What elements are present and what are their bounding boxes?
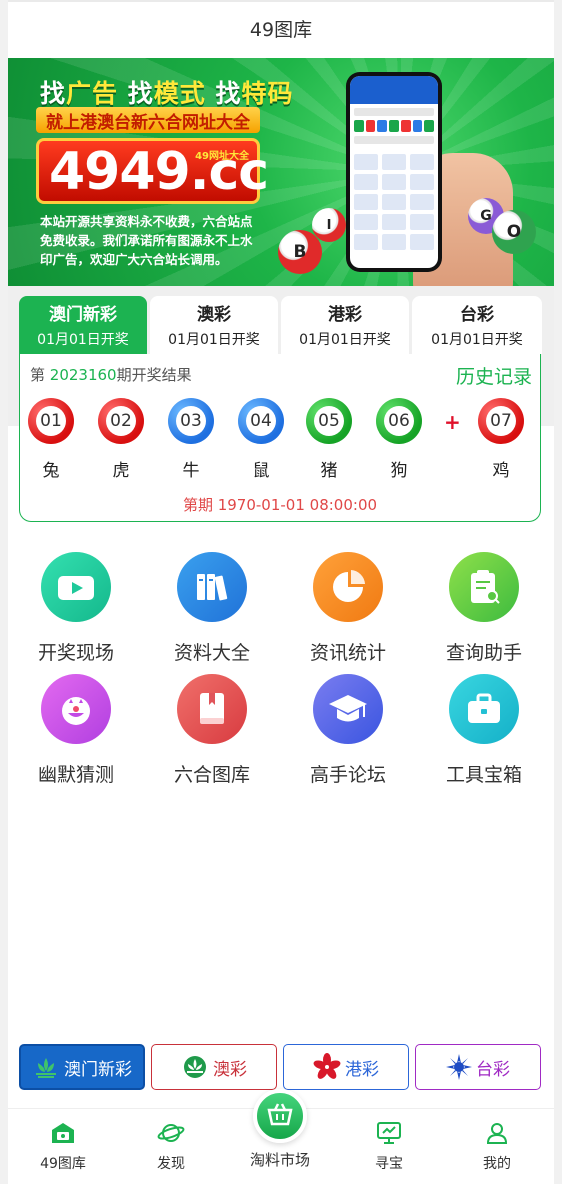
lotus-icon (32, 1055, 60, 1079)
zodiac-label: 兔 (42, 461, 60, 481)
zodiac-label: 鸡 (492, 461, 510, 481)
menu-live-draw[interactable]: 开奖现场 (8, 552, 144, 665)
nav-treasure[interactable]: 寻宝 (344, 1121, 434, 1173)
video-camera-icon (41, 552, 111, 622)
app-frame: 49图库 找广告 找模式 找特码 就上港澳台新六合网址大全 4949.cc 49… (8, 0, 554, 1184)
tab-macau[interactable]: 澳彩 01月01日开奖 (150, 296, 278, 354)
draw-issue-title: 第 2023160期开奖结果 (30, 366, 192, 384)
menu-liuhe-gallery[interactable]: 六合图库 (144, 674, 280, 787)
banner-domain-box: 4949.cc 49网址大全 (36, 138, 269, 204)
books-icon (177, 552, 247, 622)
special-ball: 07 (478, 398, 524, 444)
phone-illustration (346, 72, 442, 272)
graduation-cap-icon (313, 674, 383, 744)
menu-humor-guess[interactable]: 幽默猜测 (8, 674, 144, 787)
tab-macau-new[interactable]: 澳门新彩 01月01日开奖 (19, 296, 147, 354)
menu-query-helper[interactable]: 查询助手 (416, 552, 552, 665)
history-link[interactable]: 历史记录 (456, 362, 532, 389)
bottom-nav: 49图库 发现 淘料市场 寻宝 我的 (8, 1089, 554, 1184)
briefcase-icon (449, 674, 519, 744)
menu-news-stats[interactable]: 资讯统计 (280, 552, 416, 665)
page-title: 49图库 (249, 18, 313, 41)
lottery-button-macau-new[interactable]: 澳门新彩 (19, 1044, 145, 1090)
nav-market-button[interactable] (253, 1089, 307, 1143)
tab-hongkong[interactable]: 港彩 01月01日开奖 (281, 296, 409, 354)
lottery-button-macau[interactable]: 澳彩 (151, 1044, 277, 1090)
result-ball: 02 (98, 398, 144, 444)
banner-strip: 就上港澳台新六合网址大全 (36, 107, 260, 133)
app-page: 49图库 找广告 找模式 找特码 就上港澳台新六合网址大全 4949.cc 49… (0, 0, 562, 1184)
nav-market-label[interactable]: 淘料市场 (235, 1149, 325, 1170)
planet-icon (157, 1124, 185, 1149)
lottery-ball-icon: O (492, 210, 536, 254)
promo-banner[interactable]: 找广告 找模式 找特码 就上港澳台新六合网址大全 4949.cc 49网址大全 … (8, 58, 554, 286)
clipboard-search-icon (449, 552, 519, 622)
gallery-home-icon (50, 1123, 76, 1149)
result-ball: 06 (376, 398, 422, 444)
result-ball: 05 (306, 398, 352, 444)
nav-discover[interactable]: 发现 (126, 1121, 216, 1173)
pie-chart-icon (313, 552, 383, 622)
plus-sign: + (444, 410, 461, 434)
nav-profile[interactable]: 我的 (452, 1121, 542, 1173)
menu-data-collection[interactable]: 资料大全 (144, 552, 280, 665)
lotus-icon (181, 1055, 209, 1079)
lottery-button-taiwan[interactable]: 台彩 (415, 1044, 541, 1090)
bauhinia-icon (313, 1053, 341, 1081)
tab-taiwan[interactable]: 台彩 01月01日开奖 (412, 296, 542, 354)
zodiac-label: 猪 (320, 461, 338, 481)
banner-headline: 找广告 找模式 找特码 (40, 79, 294, 108)
shopping-basket-icon (266, 1101, 294, 1131)
nav-gallery[interactable]: 49图库 (18, 1121, 108, 1173)
zodiac-label: 虎 (112, 461, 130, 481)
user-icon (485, 1123, 509, 1149)
zodiac-label: 鼠 (252, 461, 270, 481)
result-ball: 04 (238, 398, 284, 444)
top-bar: 49图库 (8, 0, 554, 54)
lottery-ball-icon: I (312, 208, 346, 242)
clown-face-icon (41, 674, 111, 744)
sun-icon (446, 1054, 472, 1080)
result-ball: 03 (168, 398, 214, 444)
result-ball: 01 (28, 398, 74, 444)
bookmark-book-icon (177, 674, 247, 744)
monitor-icon (376, 1122, 402, 1149)
banner-description: 本站开源共享资料永不收费，六合站点免费收录。我们承诺所有图源永不上水印广告，欢迎… (40, 214, 253, 267)
menu-toolbox[interactable]: 工具宝箱 (416, 674, 552, 787)
lottery-button-hongkong[interactable]: 港彩 (283, 1044, 409, 1090)
zodiac-label: 狗 (390, 461, 408, 481)
banner-domain-tag: 49网址大全 (195, 151, 249, 162)
lottery-ball-icon: B (278, 230, 322, 274)
zodiac-label: 牛 (182, 461, 200, 481)
draw-period: 第期 1970-01-01 08:00:00 (182, 496, 378, 514)
draw-result-card: 第 2023160期开奖结果 历史记录 01 02 03 04 05 06 + … (19, 354, 541, 522)
menu-expert-forum[interactable]: 高手论坛 (280, 674, 416, 787)
